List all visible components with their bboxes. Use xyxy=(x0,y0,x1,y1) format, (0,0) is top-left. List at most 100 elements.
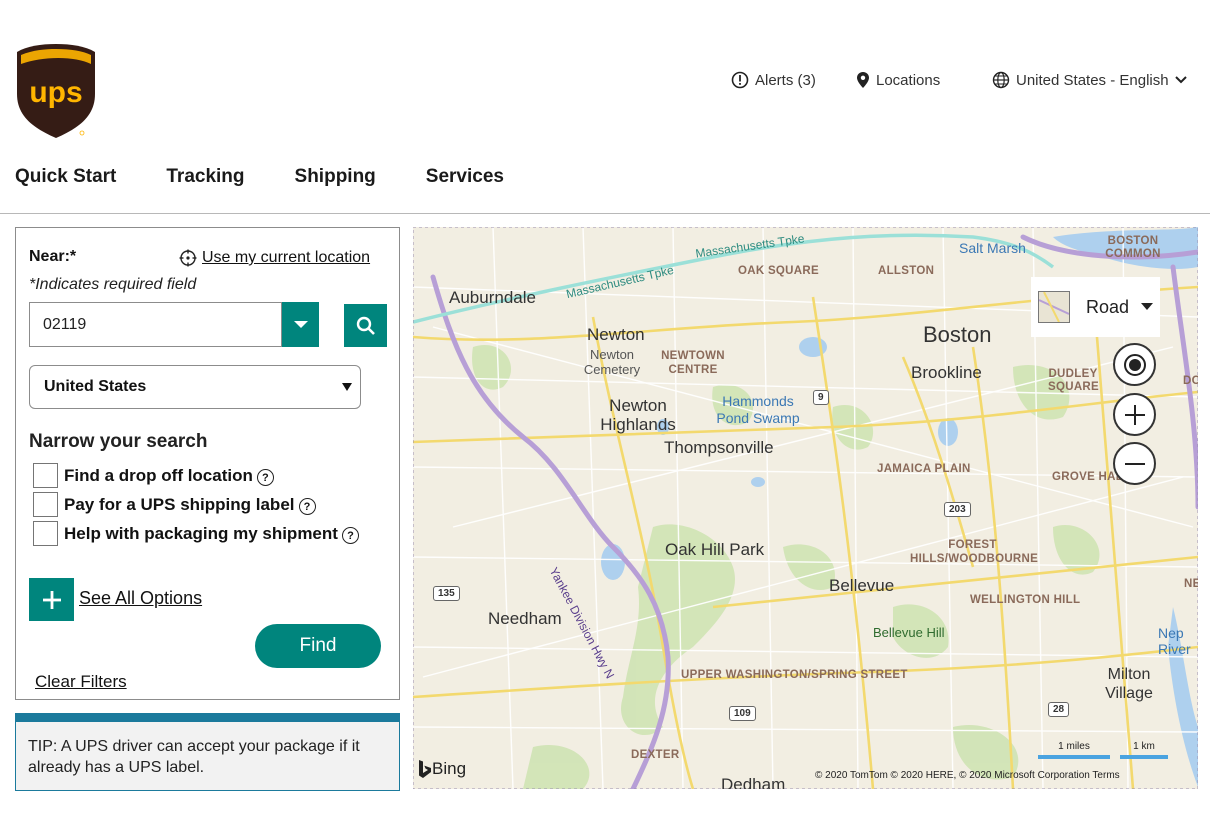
see-all-options-link[interactable]: See All Options xyxy=(79,588,202,609)
map-label-hammonds-pond: Hammonds Pond Swamp xyxy=(716,393,800,426)
map-label-wellington-hill: WELLINGTON HILL xyxy=(970,594,1081,606)
option-packaging[interactable]: Help with packaging my shipment ? xyxy=(33,521,359,546)
checkbox[interactable] xyxy=(33,463,58,488)
tip-text: TIP: A UPS driver can accept your packag… xyxy=(28,738,360,776)
search-button[interactable] xyxy=(344,304,387,347)
map-label-brookline: Brookline xyxy=(911,363,982,382)
locate-icon xyxy=(1123,353,1146,376)
option-label: Help with packaging my shipment xyxy=(64,523,338,543)
route-shield-109: 109 xyxy=(729,706,756,721)
alerts-label: Alerts (3) xyxy=(755,71,816,89)
route-shield-28: 28 xyxy=(1048,702,1070,717)
zip-dropdown-button[interactable] xyxy=(282,302,319,347)
bing-label: Bing xyxy=(432,759,467,778)
narrow-heading: Narrow your search xyxy=(29,431,208,452)
option-drop-off[interactable]: Find a drop off location ? xyxy=(33,463,274,488)
map-style-thumbnail xyxy=(1038,291,1070,323)
nav-tracking[interactable]: Tracking xyxy=(166,166,244,188)
map[interactable]: Auburndale Newton Newton Cemetery NEWTOW… xyxy=(413,227,1198,789)
language-label: United States - English xyxy=(1016,71,1169,89)
help-icon[interactable]: ? xyxy=(256,469,274,486)
map-style-selector[interactable]: Road xyxy=(1031,277,1160,337)
tip-box: TIP: A UPS driver can accept your packag… xyxy=(15,713,400,791)
map-label-forest-hills: FOREST HILLS/WOODBOURNE xyxy=(910,539,1039,565)
map-copyright: © 2020 TomTom © 2020 HERE, © 2020 Micros… xyxy=(815,770,1120,781)
use-location-link[interactable]: Use my current location xyxy=(179,249,370,267)
ups-logo[interactable]: ups xyxy=(15,42,97,140)
map-label-oak-hill-park: Oak Hill Park xyxy=(665,540,765,559)
zoom-in-button[interactable] xyxy=(1113,393,1156,436)
map-label-newton: Newton xyxy=(587,325,645,344)
map-label-dudley-square: DUDLEY SQUARE xyxy=(1048,368,1100,393)
caret-down-icon xyxy=(293,321,308,328)
map-label-dedham: Dedham xyxy=(721,775,786,789)
nav-quick-start[interactable]: Quick Start xyxy=(15,166,116,188)
map-label-grove-hall: GROVE HAL xyxy=(1052,471,1124,483)
map-label-upper-washington: UPPER WASHINGTON/SPRING STREET xyxy=(681,669,908,681)
alert-icon xyxy=(731,71,749,89)
map-label-dexter: DEXTER xyxy=(631,749,680,761)
map-label-jamaica-plain: JAMAICA PLAIN xyxy=(877,463,971,475)
use-location-label[interactable]: Use my current location xyxy=(202,249,370,267)
svg-text:ups: ups xyxy=(29,76,82,109)
map-label-nep: NEPO xyxy=(1184,578,1198,590)
scale-km: 1 km xyxy=(1120,741,1168,759)
caret-down-icon xyxy=(1141,303,1154,310)
help-icon[interactable]: ? xyxy=(341,527,359,544)
header-divider xyxy=(0,213,1210,214)
minus-icon xyxy=(1124,462,1145,465)
plus-icon xyxy=(1124,404,1145,425)
map-label-bellevue: Bellevue xyxy=(829,576,895,595)
bing-logo: Bing xyxy=(418,759,466,779)
main-nav: Quick Start Tracking Shipping Services xyxy=(15,166,554,188)
scale-km-label: 1 km xyxy=(1133,741,1155,752)
scale-miles-bar xyxy=(1038,755,1110,759)
scale-miles-label: 1 miles xyxy=(1058,741,1090,752)
clear-filters-link[interactable]: Clear Filters xyxy=(35,672,127,692)
country-select[interactable]: United States xyxy=(29,365,361,409)
plus-icon xyxy=(42,590,61,609)
search-icon xyxy=(356,316,375,335)
map-label-thompsonville: Thompsonville xyxy=(664,438,774,457)
bing-icon xyxy=(419,760,431,778)
help-icon[interactable]: ? xyxy=(298,498,316,515)
map-label-boston-common: BOSTON COMMON xyxy=(1105,235,1161,260)
nav-shipping[interactable]: Shipping xyxy=(295,166,376,188)
location-pin-icon xyxy=(857,72,869,88)
map-label-auburndale: Auburndale xyxy=(449,288,536,307)
scale-miles: 1 miles xyxy=(1038,741,1110,759)
checkbox[interactable] xyxy=(33,492,58,517)
option-pay-label[interactable]: Pay for a UPS shipping label ? xyxy=(33,492,316,517)
map-label-dor: DOR xyxy=(1183,375,1198,387)
map-label-oak-square: OAK SQUARE xyxy=(738,265,819,277)
map-style-label: Road xyxy=(1086,296,1130,317)
map-label-newtown-centre: NEWTOWN CENTRE xyxy=(661,350,725,376)
language-selector[interactable]: United States - English xyxy=(992,70,1187,90)
map-label-needham: Needham xyxy=(488,609,562,628)
crosshair-icon xyxy=(179,249,197,267)
caret-down-icon xyxy=(342,383,352,391)
map-label-allston: ALLSTON xyxy=(878,265,935,277)
locations-link[interactable]: Locations xyxy=(856,70,940,90)
country-value: United States xyxy=(44,378,147,395)
map-label-milton-village: Milton Village xyxy=(1105,666,1153,702)
nav-services[interactable]: Services xyxy=(426,166,504,188)
locations-label: Locations xyxy=(876,71,941,89)
map-label-neponset: Nep River xyxy=(1158,625,1191,657)
see-all-options-button[interactable] xyxy=(29,578,74,621)
zoom-out-button[interactable] xyxy=(1113,442,1156,485)
map-label-newton-highlands: Newton Highlands xyxy=(600,396,676,434)
route-shield-203: 203 xyxy=(944,502,971,517)
find-button[interactable]: Find xyxy=(255,624,381,668)
locate-me-button[interactable] xyxy=(1113,343,1156,386)
near-label: Near:* xyxy=(29,248,77,265)
zip-input[interactable] xyxy=(29,302,282,347)
option-label: Find a drop off location xyxy=(64,465,253,485)
map-label-boston: Boston xyxy=(923,322,992,347)
scale-km-bar xyxy=(1120,755,1168,759)
alerts-link[interactable]: Alerts (3) xyxy=(731,70,816,90)
map-label-bellevue-hill: Bellevue Hill xyxy=(873,625,945,640)
checkbox[interactable] xyxy=(33,521,58,546)
map-label-newton-cemetery: Newton Cemetery xyxy=(583,347,641,377)
required-note: *Indicates required field xyxy=(29,276,197,293)
